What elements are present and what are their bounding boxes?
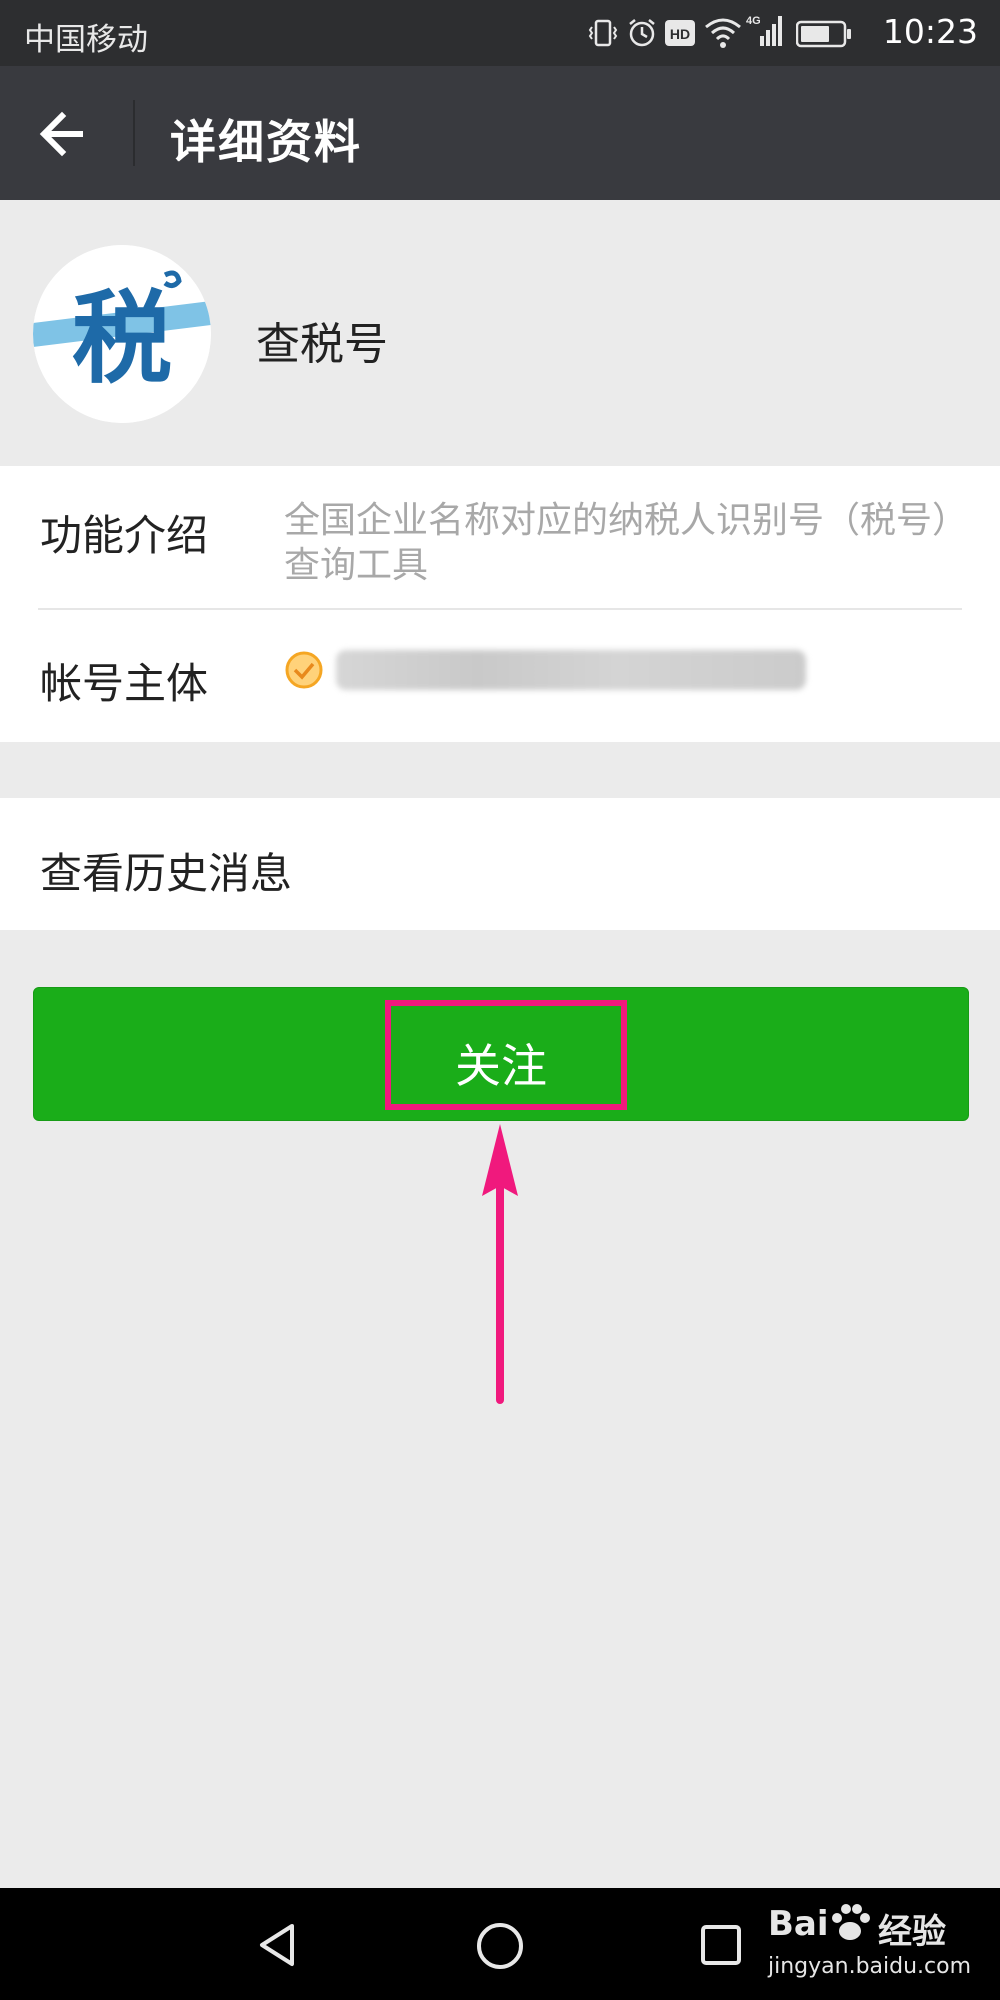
avatar[interactable]: 税 (33, 245, 211, 423)
account-name: 查税号 (256, 319, 388, 370)
app-bar: 详细资料 (0, 66, 1000, 200)
clock: 10:23 (882, 12, 978, 51)
hd-label: HD (670, 26, 690, 42)
view-history-label: 查看历史消息 (40, 849, 293, 898)
info-card: 功能介绍 全国企业名称对应的纳税人识别号（税号）查询工具 帐号主体 (0, 466, 1000, 742)
owner-label: 帐号主体 (40, 659, 209, 708)
hd-icon: HD (665, 20, 695, 46)
battery-icon (796, 20, 851, 48)
owner-value-redacted[interactable] (336, 650, 806, 690)
carrier-name: 中国移动 (24, 22, 148, 58)
baidu-jingyan-watermark: Bai 经验 jingyan.baidu.com (760, 1900, 990, 1990)
network-type: 4G (746, 15, 761, 27)
vibrate-icon (588, 19, 618, 47)
avatar-glyph: 税 (72, 280, 172, 397)
annotation-arrow-icon (482, 1124, 518, 1404)
paw-logo-icon (832, 1904, 870, 1940)
back-arrow-icon (39, 111, 83, 157)
status-bar: 中国移动 HD 4G 10:23 (0, 0, 1000, 66)
recents-square-icon[interactable] (698, 1922, 744, 1968)
page-title: 详细资料 (170, 115, 362, 169)
watermark-suffix: 经验 (878, 1912, 946, 1952)
verified-check-icon (285, 651, 323, 689)
annotation-highlight-box (385, 1000, 627, 1110)
watermark-url: jingyan.baidu.com (768, 1954, 972, 1979)
app-bar-divider (133, 100, 135, 166)
view-history-row[interactable]: 查看历史消息 (0, 798, 1000, 930)
info-divider (38, 608, 962, 610)
wifi-icon (705, 18, 741, 48)
profile-header: 税 查税号 (0, 200, 1000, 466)
home-circle-icon[interactable] (474, 1920, 526, 1972)
watermark-brand: Bai (768, 1904, 829, 1944)
intro-value: 全国企业名称对应的纳税人识别号（税号）查询工具 (284, 500, 951, 586)
signal-icon: 4G (746, 15, 782, 46)
alarm-icon (629, 19, 655, 47)
tax-logo-icon: 税 (33, 245, 211, 423)
back-button[interactable] (28, 94, 108, 174)
back-triangle-icon[interactable] (252, 1920, 302, 1970)
intro-label: 功能介绍 (40, 511, 209, 560)
